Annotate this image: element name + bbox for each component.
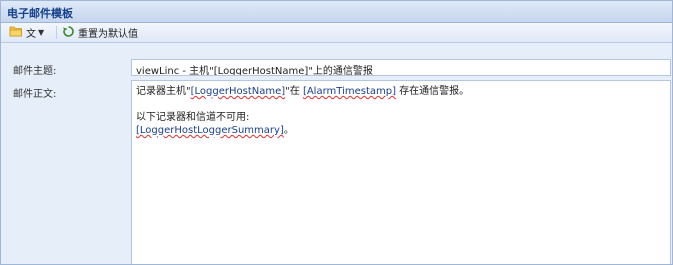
subject-label: 邮件主题: <box>13 66 57 77</box>
body-textarea[interactable]: 记录器主机"[LoggerHostName]"在 [AlarmTimestamp… <box>131 80 671 264</box>
panel-header: 电子邮件模板 <box>1 1 672 23</box>
token-alarm-timestamp: [AlarmTimestamp] <box>302 86 396 97</box>
subject-input[interactable]: viewLinc - 主机"[LoggerHostName]"上的通信警报 <box>131 59 671 76</box>
chevron-down-icon: ▼ <box>38 28 45 37</box>
file-menu-label: 文 <box>26 29 36 40</box>
body-text: "在 <box>285 86 303 97</box>
token-logger-host-logger-summary: [LoggerHostLoggerSummary] <box>136 125 284 136</box>
reset-default-label: 重置为默认值 <box>78 29 138 40</box>
email-form: 邮件主题: viewLinc - 主机"[LoggerHostName]"上的通… <box>1 43 672 264</box>
body-text: 存在通信警报。 <box>395 86 470 97</box>
body-line-3: [LoggerHostLoggerSummary]。 <box>136 124 666 137</box>
file-menu-button[interactable]: 文 ▼ <box>9 25 44 40</box>
subject-value: viewLinc - 主机"[LoggerHostName]"上的通信警报 <box>136 66 373 76</box>
panel-title: 电子邮件模板 <box>7 7 73 20</box>
reset-icon <box>62 25 75 41</box>
reset-default-button[interactable]: 重置为默认值 <box>62 25 138 40</box>
body-line-1: 记录器主机"[LoggerHostName]"在 [AlarmTimestamp… <box>136 85 666 98</box>
body-line-2: 以下记录器和信道不可用: <box>136 112 250 123</box>
email-template-panel: 电子邮件模板 文 ▼ 重置为默认值 邮件主题: viewLinc - 主机"[L… <box>0 0 673 265</box>
folder-icon <box>9 25 23 40</box>
body-text: 记录器主机" <box>136 86 191 97</box>
body-label: 邮件正文: <box>13 89 57 100</box>
body-text: 。 <box>283 125 294 136</box>
toolbar: 文 ▼ 重置为默认值 <box>1 23 672 43</box>
toolbar-separator <box>56 26 57 39</box>
token-logger-host-name: [LoggerHostName] <box>190 86 286 97</box>
